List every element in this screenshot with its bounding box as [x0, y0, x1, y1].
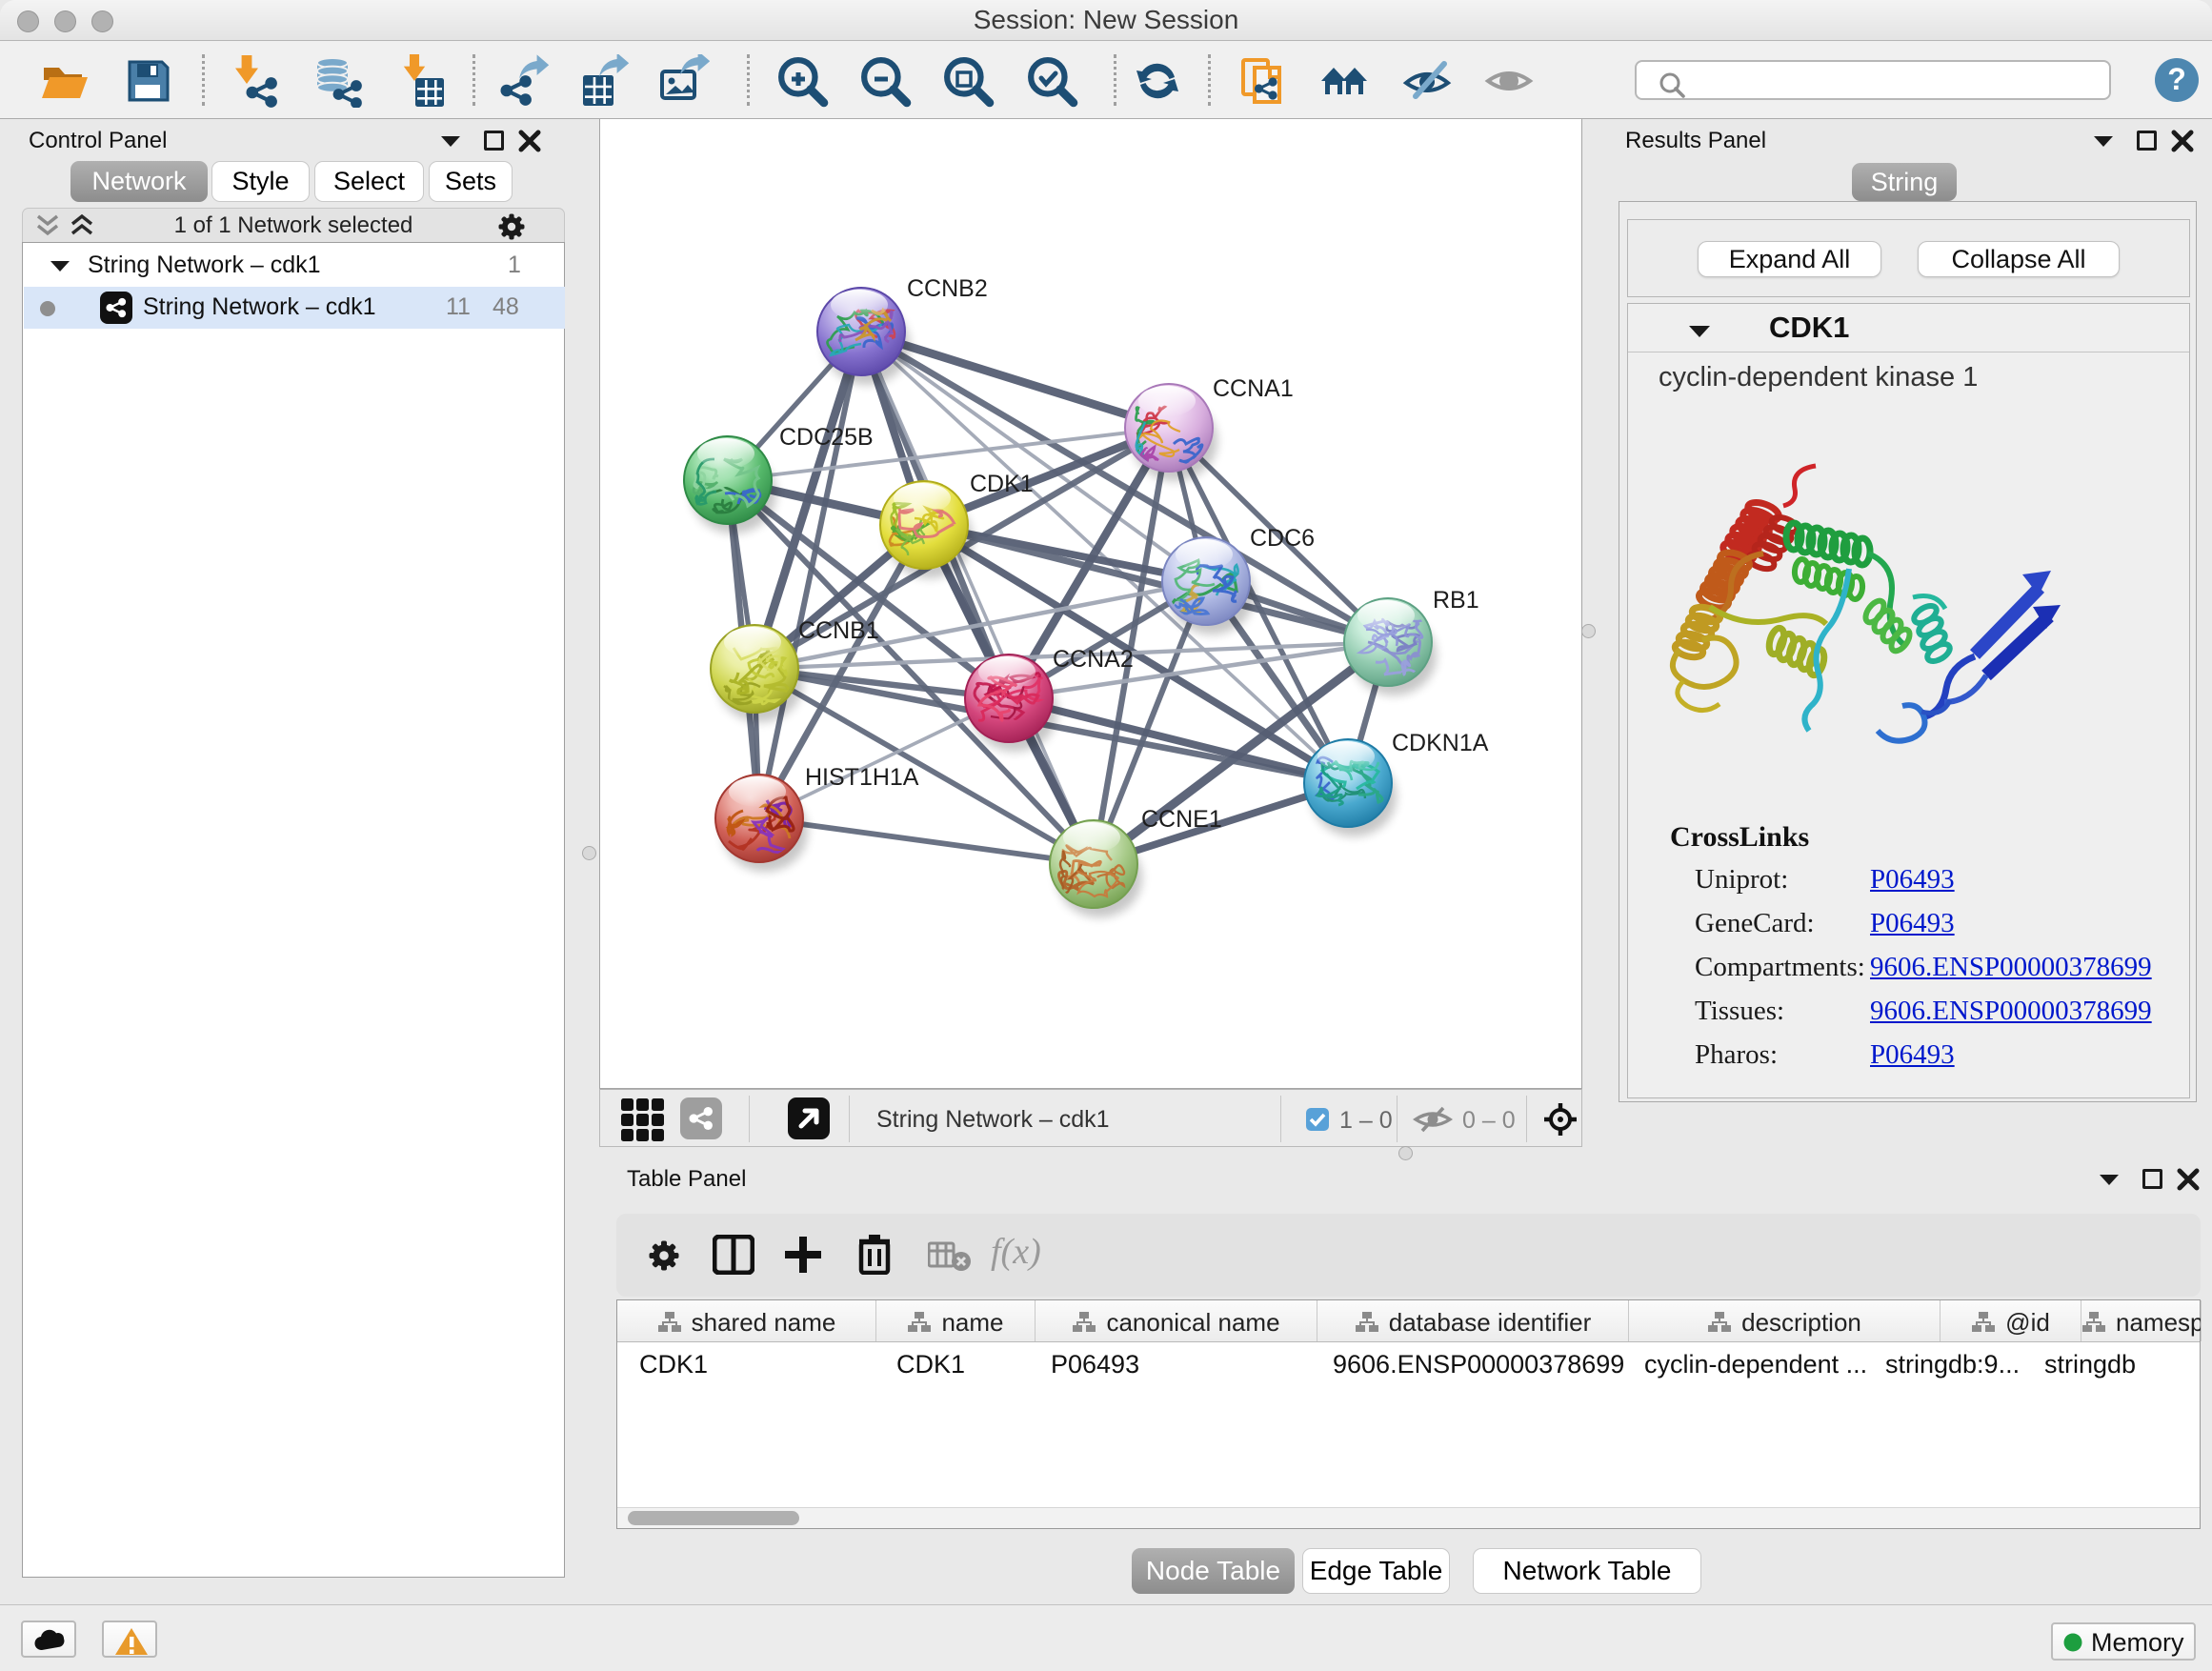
- svg-text:CDK1: CDK1: [970, 471, 1034, 497]
- svg-text:CCNE1: CCNE1: [1141, 806, 1222, 833]
- svg-text:HIST1H1A: HIST1H1A: [805, 764, 919, 791]
- svg-text:CDC25B: CDC25B: [779, 424, 874, 451]
- svg-text:?: ?: [2167, 62, 2186, 96]
- svg-text:CCNA1: CCNA1: [1213, 375, 1294, 402]
- svg-text:RB1: RB1: [1433, 587, 1479, 614]
- svg-text:CDC6: CDC6: [1250, 525, 1315, 552]
- svg-text:CCNA2: CCNA2: [1053, 646, 1134, 673]
- svg-text:CCNB2: CCNB2: [907, 275, 988, 302]
- svg-text:CDKN1A: CDKN1A: [1392, 730, 1489, 756]
- svg-text:CCNB1: CCNB1: [798, 617, 879, 644]
